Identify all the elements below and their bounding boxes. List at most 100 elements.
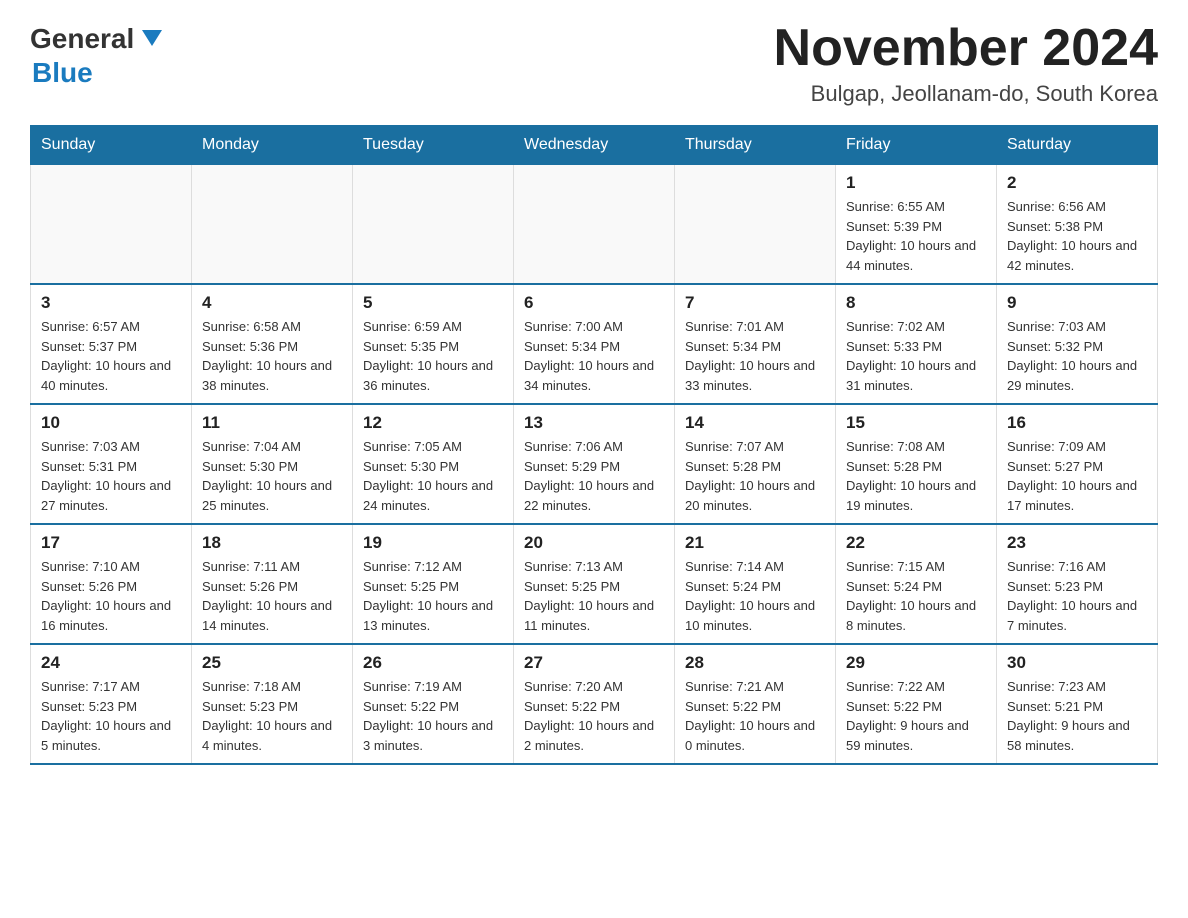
calendar-cell: 15 Sunrise: 7:08 AM Sunset: 5:28 PM Dayli… bbox=[836, 404, 997, 524]
logo: General Blue bbox=[30, 20, 166, 89]
day-info: Sunrise: 7:05 AM Sunset: 5:30 PM Dayligh… bbox=[363, 437, 503, 515]
day-number: 10 bbox=[41, 413, 181, 433]
day-number: 23 bbox=[1007, 533, 1147, 553]
day-number: 12 bbox=[363, 413, 503, 433]
day-number: 3 bbox=[41, 293, 181, 313]
title-area: November 2024 Bulgap, Jeollanam-do, Sout… bbox=[774, 20, 1158, 107]
day-number: 5 bbox=[363, 293, 503, 313]
day-number: 30 bbox=[1007, 653, 1147, 673]
day-info: Sunrise: 7:14 AM Sunset: 5:24 PM Dayligh… bbox=[685, 557, 825, 635]
day-number: 13 bbox=[524, 413, 664, 433]
calendar-cell: 19 Sunrise: 7:12 AM Sunset: 5:25 PM Dayli… bbox=[353, 524, 514, 644]
day-info: Sunrise: 7:09 AM Sunset: 5:27 PM Dayligh… bbox=[1007, 437, 1147, 515]
calendar-title: November 2024 bbox=[774, 20, 1158, 77]
day-number: 22 bbox=[846, 533, 986, 553]
day-info: Sunrise: 7:22 AM Sunset: 5:22 PM Dayligh… bbox=[846, 677, 986, 755]
calendar-cell: 8 Sunrise: 7:02 AM Sunset: 5:33 PM Daylig… bbox=[836, 284, 997, 404]
day-info: Sunrise: 7:15 AM Sunset: 5:24 PM Dayligh… bbox=[846, 557, 986, 635]
day-info: Sunrise: 7:21 AM Sunset: 5:22 PM Dayligh… bbox=[685, 677, 825, 755]
calendar-cell: 26 Sunrise: 7:19 AM Sunset: 5:22 PM Dayli… bbox=[353, 644, 514, 764]
day-info: Sunrise: 6:55 AM Sunset: 5:39 PM Dayligh… bbox=[846, 197, 986, 275]
calendar-cell: 18Sunrise: 7:11 AM Sunset: 5:26 PM Dayli… bbox=[192, 524, 353, 644]
calendar-cell: 1 Sunrise: 6:55 AM Sunset: 5:39 PM Daylig… bbox=[836, 165, 997, 285]
calendar-cell: 5 Sunrise: 6:59 AM Sunset: 5:35 PM Daylig… bbox=[353, 284, 514, 404]
calendar-cell: 29 Sunrise: 7:22 AM Sunset: 5:22 PM Dayli… bbox=[836, 644, 997, 764]
day-info: Sunrise: 7:18 AM Sunset: 5:23 PM Dayligh… bbox=[202, 677, 342, 755]
day-of-week-header: Monday bbox=[192, 126, 353, 165]
logo-blue-text: Blue bbox=[32, 57, 93, 89]
calendar-cell: 20 Sunrise: 7:13 AM Sunset: 5:25 PM Dayli… bbox=[514, 524, 675, 644]
day-info: Sunrise: 7:23 AM Sunset: 5:21 PM Dayligh… bbox=[1007, 677, 1147, 755]
calendar-cell bbox=[514, 165, 675, 285]
day-number: 4 bbox=[202, 293, 342, 313]
calendar-cell bbox=[31, 165, 192, 285]
logo-general-text: General bbox=[30, 23, 134, 55]
day-number: 9 bbox=[1007, 293, 1147, 313]
day-of-week-header: Sunday bbox=[31, 126, 192, 165]
calendar-week-row: 17 Sunrise: 7:10 AM Sunset: 5:26 PM Dayli… bbox=[31, 524, 1158, 644]
day-number: 21 bbox=[685, 533, 825, 553]
calendar-cell bbox=[675, 165, 836, 285]
day-number: 8 bbox=[846, 293, 986, 313]
day-of-week-header: Friday bbox=[836, 126, 997, 165]
day-number: 19 bbox=[363, 533, 503, 553]
day-info: Sunrise: 7:02 AM Sunset: 5:33 PM Dayligh… bbox=[846, 317, 986, 395]
day-number: 1 bbox=[846, 173, 986, 193]
calendar-cell: 17 Sunrise: 7:10 AM Sunset: 5:26 PM Dayli… bbox=[31, 524, 192, 644]
day-info: Sunrise: 7:13 AM Sunset: 5:25 PM Dayligh… bbox=[524, 557, 664, 635]
day-number: 17 bbox=[41, 533, 181, 553]
calendar-cell: 7Sunrise: 7:01 AM Sunset: 5:34 PM Daylig… bbox=[675, 284, 836, 404]
day-info: Sunrise: 7:12 AM Sunset: 5:25 PM Dayligh… bbox=[363, 557, 503, 635]
page-header: General Blue November 2024 Bulgap, Jeoll… bbox=[30, 20, 1158, 107]
calendar-cell: 2Sunrise: 6:56 AM Sunset: 5:38 PM Daylig… bbox=[997, 165, 1158, 285]
calendar-cell bbox=[192, 165, 353, 285]
day-number: 7 bbox=[685, 293, 825, 313]
calendar-cell: 6Sunrise: 7:00 AM Sunset: 5:34 PM Daylig… bbox=[514, 284, 675, 404]
calendar-subtitle: Bulgap, Jeollanam-do, South Korea bbox=[774, 81, 1158, 107]
day-info: Sunrise: 7:20 AM Sunset: 5:22 PM Dayligh… bbox=[524, 677, 664, 755]
day-info: Sunrise: 6:59 AM Sunset: 5:35 PM Dayligh… bbox=[363, 317, 503, 395]
day-of-week-header: Thursday bbox=[675, 126, 836, 165]
day-info: Sunrise: 7:17 AM Sunset: 5:23 PM Dayligh… bbox=[41, 677, 181, 755]
calendar-cell: 9 Sunrise: 7:03 AM Sunset: 5:32 PM Daylig… bbox=[997, 284, 1158, 404]
calendar-cell: 30 Sunrise: 7:23 AM Sunset: 5:21 PM Dayli… bbox=[997, 644, 1158, 764]
calendar-cell: 28Sunrise: 7:21 AM Sunset: 5:22 PM Dayli… bbox=[675, 644, 836, 764]
day-info: Sunrise: 7:00 AM Sunset: 5:34 PM Dayligh… bbox=[524, 317, 664, 395]
calendar-cell: 13 Sunrise: 7:06 AM Sunset: 5:29 PM Dayli… bbox=[514, 404, 675, 524]
day-number: 27 bbox=[524, 653, 664, 673]
day-number: 24 bbox=[41, 653, 181, 673]
day-info: Sunrise: 7:06 AM Sunset: 5:29 PM Dayligh… bbox=[524, 437, 664, 515]
calendar-cell: 14Sunrise: 7:07 AM Sunset: 5:28 PM Dayli… bbox=[675, 404, 836, 524]
day-number: 15 bbox=[846, 413, 986, 433]
day-info: Sunrise: 7:19 AM Sunset: 5:22 PM Dayligh… bbox=[363, 677, 503, 755]
day-info: Sunrise: 7:03 AM Sunset: 5:32 PM Dayligh… bbox=[1007, 317, 1147, 395]
day-info: Sunrise: 6:57 AM Sunset: 5:37 PM Dayligh… bbox=[41, 317, 181, 395]
day-info: Sunrise: 7:11 AM Sunset: 5:26 PM Dayligh… bbox=[202, 557, 342, 635]
day-of-week-header: Saturday bbox=[997, 126, 1158, 165]
calendar-week-row: 24 Sunrise: 7:17 AM Sunset: 5:23 PM Dayli… bbox=[31, 644, 1158, 764]
calendar-cell: 27 Sunrise: 7:20 AM Sunset: 5:22 PM Dayli… bbox=[514, 644, 675, 764]
day-info: Sunrise: 7:08 AM Sunset: 5:28 PM Dayligh… bbox=[846, 437, 986, 515]
day-number: 16 bbox=[1007, 413, 1147, 433]
day-info: Sunrise: 7:16 AM Sunset: 5:23 PM Dayligh… bbox=[1007, 557, 1147, 635]
day-info: Sunrise: 7:10 AM Sunset: 5:26 PM Dayligh… bbox=[41, 557, 181, 635]
calendar-cell: 12 Sunrise: 7:05 AM Sunset: 5:30 PM Dayli… bbox=[353, 404, 514, 524]
day-info: Sunrise: 6:56 AM Sunset: 5:38 PM Dayligh… bbox=[1007, 197, 1147, 275]
day-info: Sunrise: 7:03 AM Sunset: 5:31 PM Dayligh… bbox=[41, 437, 181, 515]
calendar-week-row: 3 Sunrise: 6:57 AM Sunset: 5:37 PM Daylig… bbox=[31, 284, 1158, 404]
calendar-cell: 16 Sunrise: 7:09 AM Sunset: 5:27 PM Dayli… bbox=[997, 404, 1158, 524]
calendar-cell: 10 Sunrise: 7:03 AM Sunset: 5:31 PM Dayli… bbox=[31, 404, 192, 524]
calendar-cell: 3 Sunrise: 6:57 AM Sunset: 5:37 PM Daylig… bbox=[31, 284, 192, 404]
calendar-week-row: 1 Sunrise: 6:55 AM Sunset: 5:39 PM Daylig… bbox=[31, 165, 1158, 285]
calendar-cell: 23 Sunrise: 7:16 AM Sunset: 5:23 PM Dayli… bbox=[997, 524, 1158, 644]
day-number: 20 bbox=[524, 533, 664, 553]
day-number: 11 bbox=[202, 413, 342, 433]
day-info: Sunrise: 6:58 AM Sunset: 5:36 PM Dayligh… bbox=[202, 317, 342, 395]
day-number: 25 bbox=[202, 653, 342, 673]
day-number: 14 bbox=[685, 413, 825, 433]
day-of-week-header: Wednesday bbox=[514, 126, 675, 165]
calendar-cell: 11Sunrise: 7:04 AM Sunset: 5:30 PM Dayli… bbox=[192, 404, 353, 524]
day-number: 26 bbox=[363, 653, 503, 673]
day-number: 29 bbox=[846, 653, 986, 673]
calendar-table: SundayMondayTuesdayWednesdayThursdayFrid… bbox=[30, 125, 1158, 765]
